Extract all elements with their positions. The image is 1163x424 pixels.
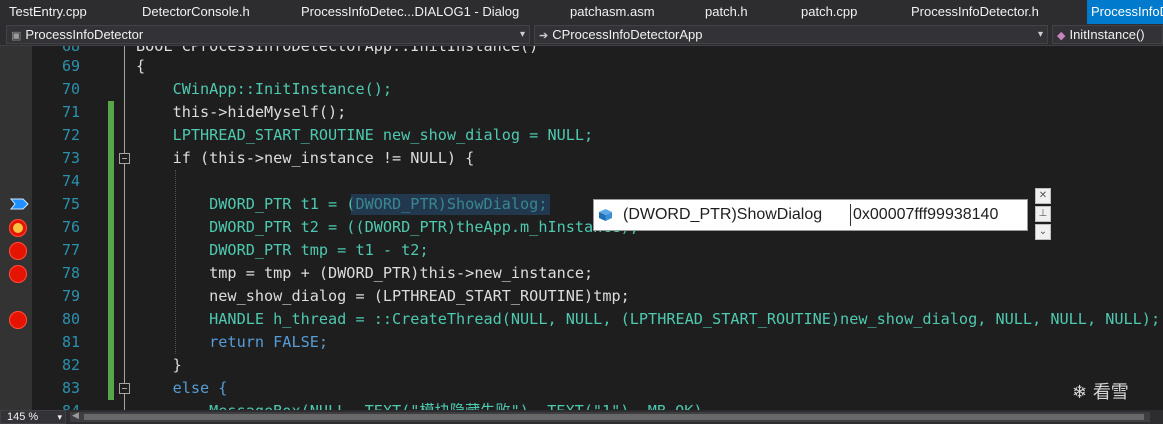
watermark: ❄ 看雪 <box>1072 382 1129 403</box>
scope-dropdown[interactable]: ➔ CProcessInfoDetectorApp ▾ <box>534 25 1048 44</box>
zoom-dropdown[interactable]: 145 % ▾ <box>0 410 66 424</box>
line-number: 77 <box>61 241 80 259</box>
line-number: 74 <box>61 172 80 190</box>
class-arrow-icon: ➔ <box>539 30 549 42</box>
code-text: this->hideMyself(); <box>136 103 347 121</box>
code-line: LPTHREAD_START_ROUTINE new_show_dialog =… <box>136 124 594 147</box>
watermark-text: 看雪 <box>1092 382 1129 403</box>
breakpoint-icon[interactable] <box>9 265 27 283</box>
zoom-level: 145 % <box>7 411 39 423</box>
line-number: 81 <box>61 333 80 351</box>
code-line: tmp = tmp + (DWORD_PTR)this->new_instanc… <box>136 262 593 285</box>
code-line: this->hideMyself(); <box>136 101 347 124</box>
tab-patch-h[interactable]: patch.h <box>705 0 775 24</box>
code-text: LPTHREAD_START_ROUTINE new_show_dialog =… <box>136 126 594 144</box>
outline-line <box>124 46 125 410</box>
member-label: InitInstance() <box>1069 27 1145 42</box>
breakpoint-margin[interactable] <box>0 46 32 410</box>
line-number: 78 <box>61 264 80 282</box>
tab-testentry-cpp[interactable]: TestEntry.cpp <box>9 0 119 24</box>
line-number: 82 <box>61 356 80 374</box>
line-number: 75 <box>61 195 80 213</box>
code-text: DWORD_PTR tmp = t1 - t2; <box>136 241 429 259</box>
line-number: 80 <box>61 310 80 328</box>
line-number: 72 <box>61 126 80 144</box>
document-tab-strip: TestEntry.cpp DetectorConsole.h ProcessI… <box>0 0 1163 24</box>
tab-patchasm-asm[interactable]: patchasm.asm <box>570 0 670 24</box>
text-selection <box>351 194 550 215</box>
scroll-left-icon[interactable]: ◀ <box>72 410 79 421</box>
project-dropdown[interactable]: ▣ ProcessInfoDetector ▾ <box>6 25 530 44</box>
debugger-datatip[interactable]: (DWORD_PTR)ShowDialog 0x00007fff99938140 <box>593 199 1028 231</box>
current-statement-breakpoint-icon[interactable] <box>9 219 27 237</box>
code-text: HANDLE h_thread = ::CreateThread(NULL, N… <box>136 310 1161 328</box>
line-number: 69 <box>61 57 80 75</box>
chevron-down-icon: ▾ <box>57 412 62 422</box>
expand-icon[interactable]: ⌄ <box>1035 224 1051 240</box>
scrollbar-thumb[interactable] <box>84 414 1144 420</box>
code-text: { <box>136 57 146 75</box>
chevron-down-icon: ▾ <box>519 29 525 40</box>
code-line: if (this->new_instance != NULL) { <box>136 147 475 170</box>
code-line: new_show_dialog = (LPTHREAD_START_ROUTIN… <box>136 285 630 308</box>
code-text: DWORD_PTR t2 = ((DWORD_PTR)theApp.m_hIns… <box>136 218 639 236</box>
datatip-separator <box>850 204 851 226</box>
close-icon[interactable]: ✕ <box>1035 188 1051 204</box>
tracepoint-icon[interactable] <box>9 197 29 211</box>
code-line: return FALSE; <box>136 331 328 354</box>
variable-icon <box>599 209 612 221</box>
pin-icon[interactable]: ⊥ <box>1035 206 1051 222</box>
navigation-bar: ▣ ProcessInfoDetector ▾ ➔ CProcessInfoDete… <box>0 24 1163 46</box>
line-number: 71 <box>61 103 80 121</box>
tab-patch-cpp[interactable]: patch.cpp <box>801 0 881 24</box>
change-tracking-bar <box>108 101 114 400</box>
line-number: 84 <box>36 400 80 410</box>
code-line: } <box>136 354 182 377</box>
code-text: BOOL CProcessInfoDetectorApp::InitInstan… <box>136 46 539 55</box>
code-line: HANDLE h_thread = ::CreateThread(NULL, N… <box>136 308 1160 331</box>
line-number: 73 <box>61 149 80 167</box>
line-number: 70 <box>61 80 80 98</box>
code-line: DWORD_PTR tmp = t1 - t2; <box>136 239 429 262</box>
code-line: CWinApp::InitInstance(); <box>136 78 392 101</box>
member-dropdown[interactable]: ◆ InitInstance() <box>1052 25 1163 44</box>
line-number: 79 <box>61 287 80 305</box>
line-number: 83 <box>61 379 80 397</box>
collapse-region-icon[interactable] <box>119 153 130 164</box>
code-text: CWinApp::InitInstance(); <box>136 80 393 98</box>
code-line: MessageBox(NULL, TEXT("模块隐藏失败"), TEXT("1… <box>136 400 702 410</box>
code-text: else { <box>136 379 228 397</box>
cpp-project-icon: ▣ <box>11 30 22 42</box>
datatip-expression: (DWORD_PTR)ShowDialog <box>623 206 823 223</box>
code-text: } <box>136 356 182 374</box>
collapse-region-icon[interactable] <box>119 383 130 394</box>
chevron-down-icon: ▾ <box>1037 29 1043 40</box>
method-icon: ◆ <box>1057 30 1066 42</box>
breakpoint-icon[interactable] <box>9 242 27 260</box>
breakpoint-icon[interactable] <box>9 311 27 329</box>
code-line: BOOL CProcessInfoDetectorApp::InitInstan… <box>136 46 538 58</box>
code-line: { <box>136 55 145 78</box>
code-line: DWORD_PTR t2 = ((DWORD_PTR)theApp.m_hIns… <box>136 216 639 239</box>
scope-label: CProcessInfoDetectorApp <box>552 27 703 42</box>
tab-detectorconsole-h[interactable]: DetectorConsole.h <box>142 0 272 24</box>
editor-bottom-bar: 145 % ▾ ◀ <box>0 410 1163 424</box>
code-text: new_show_dialog = (LPTHREAD_START_ROUTIN… <box>136 287 630 305</box>
code-text: return FALSE; <box>136 333 329 351</box>
horizontal-scrollbar[interactable]: ◀ <box>70 410 1150 422</box>
code-text: tmp = tmp + (DWORD_PTR)this->new_instanc… <box>136 264 594 282</box>
tab-dialog-resource[interactable]: ProcessInfoDetec...DIALOG1 - Dialog <box>301 0 541 24</box>
code-text: MessageBox(NULL, TEXT("模块隐藏失败"), TEXT("1… <box>136 402 702 410</box>
code-text: if (this->new_instance != NULL) { <box>136 149 475 167</box>
tab-processinfodetector-cpp[interactable]: ProcessInfoDetector.cpp <box>1087 0 1163 24</box>
datatip-value[interactable]: 0x00007fff99938140 <box>853 200 998 230</box>
code-line: else { <box>136 377 228 400</box>
tab-processinfodetector-h[interactable]: ProcessInfoDetector.h <box>911 0 1071 24</box>
project-label: ProcessInfoDetector <box>25 27 144 42</box>
line-number: 76 <box>61 218 80 236</box>
